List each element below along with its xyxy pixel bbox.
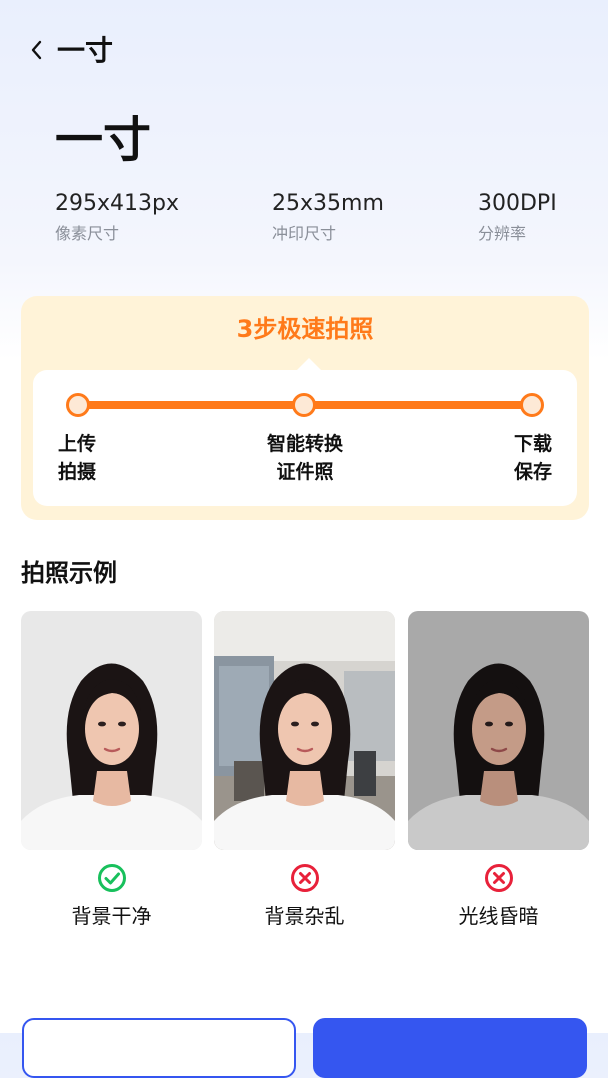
steps-panel: 上传 拍摄 智能转换 证件照 下载 保存 (33, 370, 577, 506)
examples-title: 拍照示例 (21, 559, 117, 587)
nav-title: 一寸 (57, 34, 114, 67)
example-photo-clean (21, 611, 202, 850)
example-label: 背景杂乱 (264, 904, 345, 928)
step-line2: 证件照 (276, 461, 334, 483)
example-clean-background: 背景干净 (21, 611, 202, 929)
step-convert: 智能转换 证件照 (255, 430, 355, 486)
x-circle-icon (484, 864, 513, 892)
example-dim-lighting: 光线昏暗 (408, 611, 589, 929)
spec-print-size: 25x35mm 冲印尺寸 (272, 190, 384, 244)
steps-pointer (297, 358, 321, 370)
example-label: 光线昏暗 (458, 904, 539, 928)
step-dot-download (520, 393, 544, 417)
step-dot-convert (292, 393, 316, 417)
check-circle-icon (97, 864, 126, 892)
step-line1: 上传 (58, 433, 97, 455)
steps-title: 3步极速拍照 (236, 315, 374, 343)
primary-action-button[interactable] (313, 1018, 587, 1078)
step-upload: 上传 拍摄 (58, 430, 96, 486)
x-circle-icon (290, 864, 319, 892)
spec-value: 25x35mm (272, 191, 384, 216)
status-bad (408, 863, 589, 893)
step-dot-upload (66, 393, 90, 417)
example-photo-messy (214, 611, 395, 850)
spec-value: 300DPI (478, 191, 557, 216)
status-ok (21, 863, 202, 893)
spec-label: 像素尺寸 (55, 224, 120, 243)
spec-label: 冲印尺寸 (272, 224, 337, 243)
spec-resolution: 300DPI 分辨率 (478, 190, 557, 244)
secondary-action-button[interactable] (22, 1018, 296, 1078)
step-line2: 拍摄 (58, 461, 97, 483)
step-line1: 智能转换 (266, 433, 343, 455)
back-button[interactable] (30, 36, 44, 64)
page-title: 一寸 (55, 112, 152, 168)
spec-pixel-size: 295x413px 像素尺寸 (55, 190, 179, 244)
chevron-left-icon (31, 40, 42, 60)
example-messy-background: 背景杂乱 (214, 611, 395, 929)
step-line2: 保存 (513, 461, 552, 483)
spec-value: 295x413px (55, 191, 179, 216)
steps-card: 3步极速拍照 上传 拍摄 智能转换 证件照 下载 保存 (21, 296, 589, 520)
status-bad (214, 863, 395, 893)
example-label: 背景干净 (71, 904, 152, 928)
spec-label: 分辨率 (478, 224, 527, 243)
step-line1: 下载 (513, 433, 552, 455)
example-photo-dim (408, 611, 589, 850)
step-download: 下载 保存 (514, 430, 552, 486)
